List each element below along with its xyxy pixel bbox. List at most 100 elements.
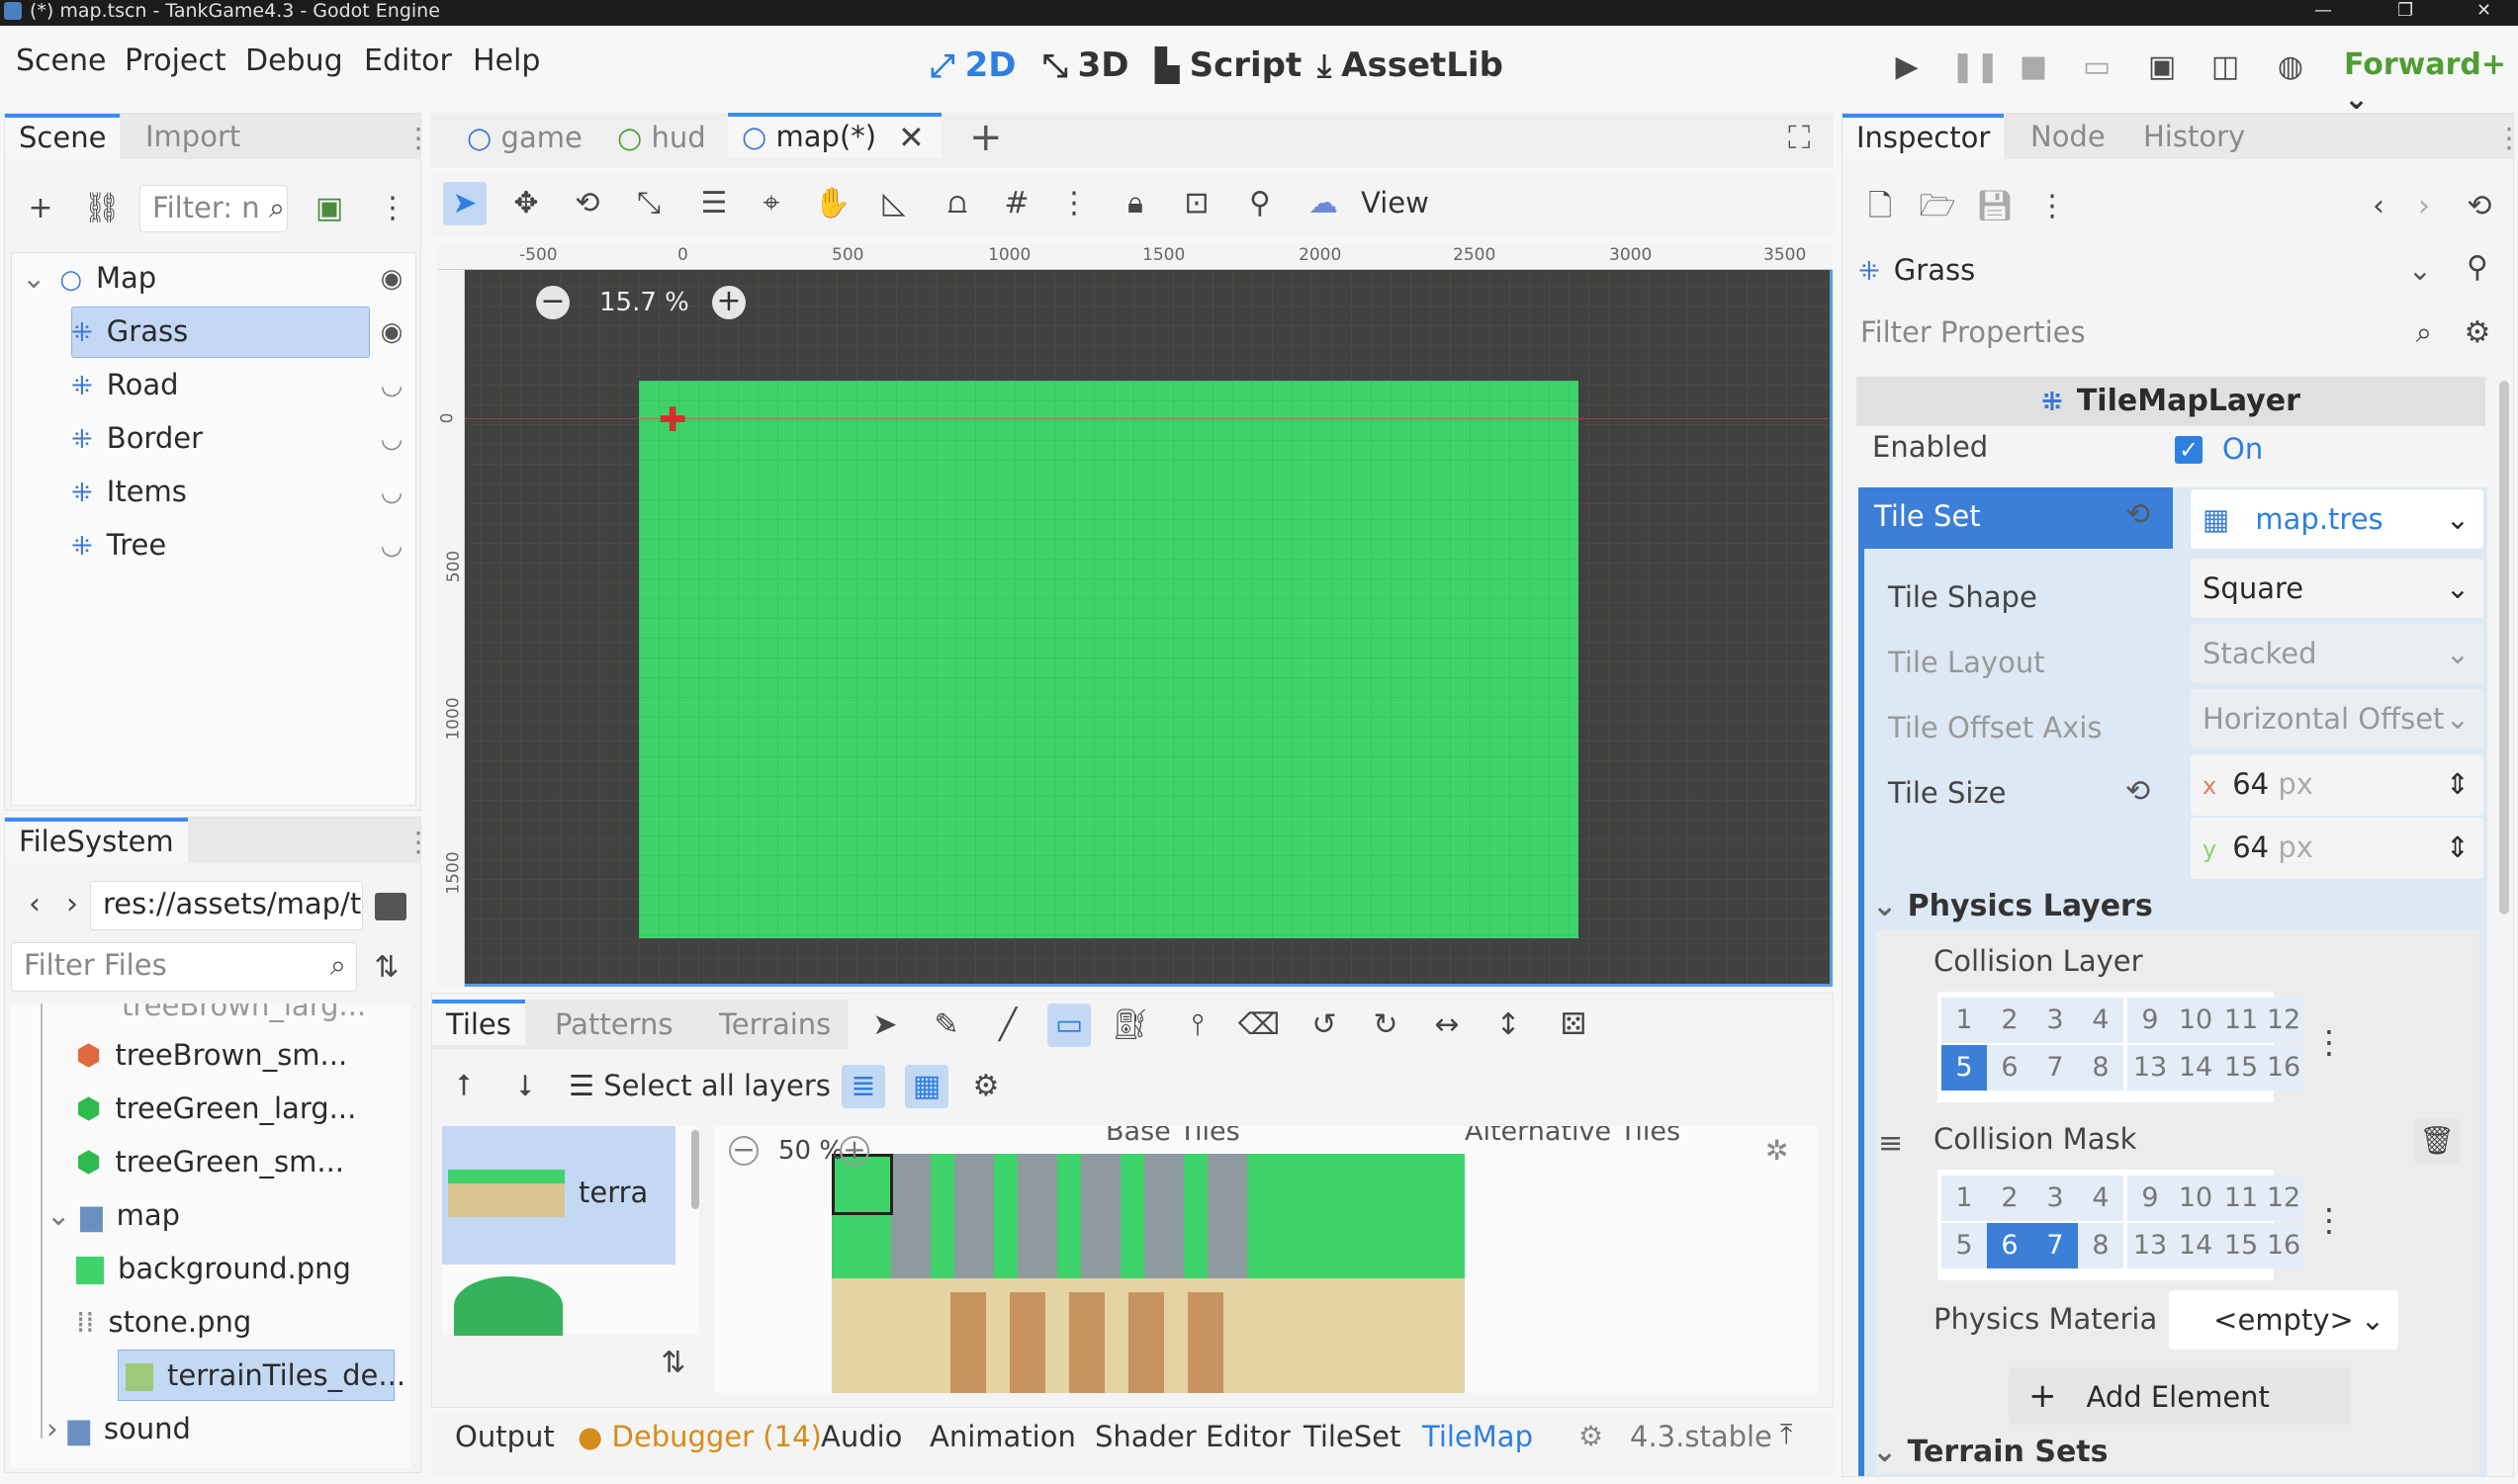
eraser-icon[interactable]: ⌫ bbox=[1237, 1004, 1281, 1047]
split-view-icon[interactable] bbox=[375, 893, 406, 920]
layer-bit-cell[interactable]: 15 bbox=[2218, 1045, 2264, 1091]
mode-3d-button[interactable]: ⤡ 3D bbox=[1042, 45, 1129, 85]
layer-bit-cell[interactable]: 12 bbox=[2264, 998, 2303, 1043]
physics-material-dropdown[interactable]: <empty> ⌄ bbox=[2169, 1290, 2398, 1350]
inspector-menu-icon[interactable]: ⋮ bbox=[2030, 185, 2074, 228]
layer-bit-cell[interactable]: 9 bbox=[2127, 1176, 2173, 1221]
ruler-icon[interactable]: ◺ bbox=[872, 182, 916, 225]
layer-bit-cell[interactable]: 8 bbox=[2078, 1223, 2123, 1268]
rect-tool-icon[interactable]: ▭ bbox=[1047, 1004, 1091, 1047]
list-select-icon[interactable]: ☰ bbox=[692, 182, 736, 225]
tab-scene[interactable]: Scene bbox=[5, 114, 121, 159]
layer-bit-cell[interactable]: 1 bbox=[1941, 998, 1987, 1043]
grid-snap-icon[interactable]: # bbox=[995, 182, 1038, 225]
folder-row-sound[interactable]: › ▆ sound bbox=[46, 1405, 191, 1452]
history-forward-icon[interactable]: › bbox=[2402, 185, 2446, 228]
layer-menu-icon[interactable]: ⋮ bbox=[2313, 1023, 2345, 1061]
bottom-tab-audio[interactable]: Audio bbox=[821, 1420, 902, 1453]
object-selector[interactable]: ⁜ Grass ⌄ bbox=[1848, 242, 2442, 298]
layer-bit-cell[interactable]: 7 bbox=[2032, 1223, 2078, 1268]
play-scene-icon[interactable]: ▣ bbox=[2142, 47, 2182, 87]
file-row[interactable]: ⬢ treeGreen_sm... bbox=[76, 1138, 344, 1185]
inspector-scrollbar[interactable] bbox=[2499, 381, 2509, 915]
menu-scene[interactable]: Scene bbox=[16, 44, 106, 78]
collision-layer-grid[interactable]: 1234 9 10 11 12 5678 13 14 15 16 bbox=[1937, 992, 2303, 1102]
visibility-eye-icon[interactable]: ◉ bbox=[372, 259, 411, 299]
layer-bit-cell[interactable]: 14 bbox=[2173, 1045, 2218, 1091]
add-element-button[interactable]: + Add Element bbox=[2009, 1367, 2351, 1425]
scale-mode-icon[interactable]: ⤡ bbox=[627, 182, 671, 225]
menu-debug[interactable]: Debug bbox=[245, 44, 343, 78]
hidden-eye-icon[interactable]: ◡ bbox=[372, 526, 411, 566]
layer-bit-cell[interactable]: 6 bbox=[1987, 1045, 2032, 1091]
layer-bit-cell[interactable]: 11 bbox=[2218, 998, 2264, 1043]
tree-node-tree[interactable]: ⁜ Tree bbox=[71, 520, 166, 569]
movie-maker-icon[interactable]: ◍ bbox=[2271, 47, 2310, 87]
filter-files-input[interactable]: Filter Files ⌕ bbox=[11, 942, 357, 992]
mode-2d-button[interactable]: ⤢ 2D bbox=[930, 45, 1017, 85]
recent-history-icon[interactable]: ⟲ bbox=[2458, 185, 2501, 228]
tree-node-items[interactable]: ⁜ Items bbox=[71, 467, 187, 516]
bottom-tab-debugger[interactable]: ● Debugger (14) bbox=[578, 1420, 822, 1453]
fullscreen-icon[interactable]: ⛶ bbox=[1788, 119, 1810, 157]
mode-script-button[interactable]: ▙ Script bbox=[1155, 45, 1302, 85]
layer-bit-cell[interactable]: 15 bbox=[2218, 1223, 2264, 1268]
tab-filesystem[interactable]: FileSystem bbox=[5, 818, 188, 863]
physics-layers-header[interactable]: ⌄ Physics Layers bbox=[1872, 889, 2153, 923]
file-row[interactable]: background.png bbox=[76, 1245, 351, 1292]
add-node-icon[interactable]: + bbox=[19, 187, 62, 230]
rotate-mode-icon[interactable]: ⟲ bbox=[566, 182, 609, 225]
rotate-right-icon[interactable]: ↻ bbox=[1364, 1004, 1407, 1047]
menu-editor[interactable]: Editor bbox=[364, 44, 452, 78]
layer-bit-cell[interactable]: 6 bbox=[1987, 1223, 2032, 1268]
close-window-icon[interactable]: ✕ bbox=[2476, 0, 2491, 22]
new-resource-icon[interactable]: 🗋︎ bbox=[1858, 185, 1902, 228]
tab-terrains[interactable]: Terrains bbox=[705, 1000, 845, 1045]
tile-size-y-field[interactable]: y 64 px ⇕ bbox=[2191, 818, 2483, 879]
tree-node-road[interactable]: ⁜ Road bbox=[71, 360, 179, 409]
instance-scene-icon[interactable]: ▣ bbox=[308, 187, 351, 230]
snap-options-icon[interactable]: ⋮ bbox=[1052, 182, 1096, 225]
revert-icon[interactable]: ⟲ bbox=[2125, 497, 2150, 532]
tab-import[interactable]: Import bbox=[132, 114, 254, 159]
remote-debug-icon[interactable]: ▭ bbox=[2077, 47, 2116, 87]
layer-bit-cell[interactable]: 11 bbox=[2218, 1176, 2264, 1221]
layer-bit-cell[interactable]: 4 bbox=[2078, 1176, 2123, 1221]
file-row-selected[interactable]: terrainTiles_de... bbox=[126, 1352, 405, 1399]
mask-menu-icon[interactable]: ⋮ bbox=[2313, 1201, 2345, 1239]
tab-node[interactable]: Node bbox=[2017, 114, 2119, 159]
highlight-layer-icon[interactable]: ≣ bbox=[842, 1065, 885, 1108]
minimize-icon[interactable]: — bbox=[2314, 0, 2332, 22]
atlas-zoom-level[interactable]: 50 % bbox=[778, 1136, 844, 1166]
source-item-terra[interactable]: terra bbox=[442, 1126, 675, 1265]
toggle-grid-icon[interactable]: ▦ bbox=[905, 1065, 948, 1108]
hidden-eye-icon[interactable]: ◡ bbox=[372, 419, 411, 459]
tab-inspector[interactable]: Inspector bbox=[1843, 114, 2005, 159]
layer-bit-cell[interactable]: 16 bbox=[2264, 1223, 2303, 1268]
bottom-tab-tilemap[interactable]: TileMap bbox=[1422, 1420, 1533, 1453]
forward-arrow-icon[interactable]: › bbox=[50, 883, 94, 926]
scene-menu-icon[interactable]: ⋮ bbox=[371, 187, 414, 230]
drag-handle-icon[interactable]: ≡ bbox=[1878, 1126, 1903, 1161]
move-mode-icon[interactable]: ✥ bbox=[504, 182, 548, 225]
file-row[interactable]: ⁞⁞ stone.png bbox=[76, 1298, 251, 1346]
renderer-select[interactable]: Forward+ ⌄ bbox=[2344, 47, 2518, 117]
object-props-icon[interactable]: ⚲ bbox=[2456, 246, 2499, 290]
tree-node-map[interactable]: ⌄ ○ Map bbox=[22, 253, 156, 303]
line-tool-icon[interactable]: ╱ bbox=[986, 1004, 1030, 1047]
scrollbar[interactable] bbox=[691, 1130, 699, 1209]
tile-layout-dropdown[interactable]: Stacked ⌄ bbox=[2191, 624, 2483, 683]
bottom-tab-shader-editor[interactable]: Shader Editor bbox=[1095, 1420, 1291, 1453]
center-view-icon[interactable]: ✲ bbox=[1765, 1134, 1788, 1167]
tree-node-border[interactable]: ⁜ Border bbox=[71, 413, 203, 463]
tilemap-settings-icon[interactable]: ⚙ bbox=[964, 1065, 1008, 1108]
pause-icon[interactable]: ❚❚ bbox=[1950, 47, 2000, 87]
cloud-icon[interactable]: ☁ bbox=[1302, 182, 1345, 225]
play-icon[interactable]: ▶ bbox=[1887, 47, 1927, 87]
new-tab-icon[interactable]: + bbox=[969, 115, 1003, 160]
open-resource-icon[interactable]: 🗁︎ bbox=[1916, 185, 1959, 228]
tree-source-thumb[interactable] bbox=[454, 1276, 563, 1336]
layer-bit-cell[interactable]: 13 bbox=[2127, 1045, 2173, 1091]
bottom-tab-output[interactable]: Output bbox=[455, 1420, 555, 1453]
sort-icon[interactable]: ⇅ bbox=[365, 946, 408, 990]
